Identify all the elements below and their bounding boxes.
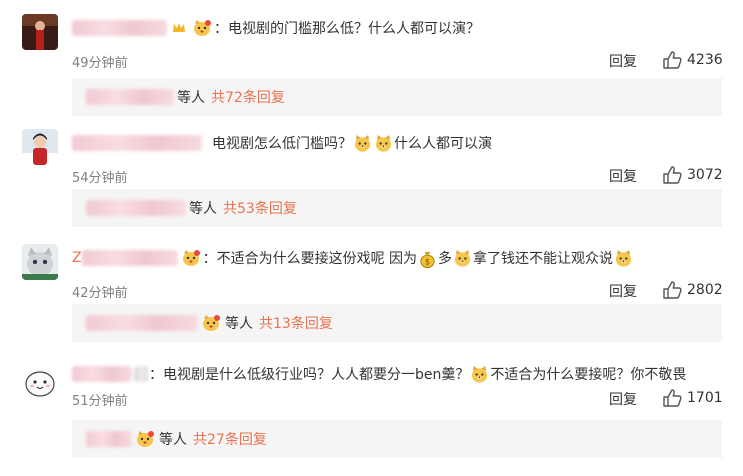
comment-line: ：电视剧的门槛那么低？什么人都可以演？ [72, 16, 733, 40]
doge-emoji [200, 313, 222, 333]
crown-badge [169, 19, 189, 37]
comment-text: ：不适合为什么要接这份戏呢 因为 [202, 251, 418, 267]
replies-summary[interactable]: 等人 共72条回复 [72, 78, 722, 116]
doge-emoji [353, 134, 372, 153]
replies-summary[interactable]: 等人 共13条回复 [72, 304, 722, 342]
comment-text: ：电视剧是什么低级行业吗？人人都要分一ben羹？ [149, 367, 470, 383]
comment-text-after: 拿了钱还不能让观众说 [473, 251, 614, 267]
reply-button[interactable]: 回复 [609, 389, 637, 409]
replies-summary[interactable]: 等人 共27条回复 [72, 420, 722, 458]
replies-count-link[interactable]: 共27条回复 [193, 429, 267, 449]
like-count: 3072 [687, 167, 723, 183]
comment-text: 电视剧怎么低门槛吗？ [212, 136, 352, 152]
like-button[interactable]: 4236 [663, 50, 723, 70]
badge-blur [134, 366, 148, 382]
reply-button[interactable]: 回复 [609, 281, 637, 301]
comment-item: 电视剧怎么低门槛吗？ 什么人都可以演 54分钟前 回复 3072 等人 共53条… [0, 129, 743, 245]
timestamp: 51分钟前 [72, 394, 128, 409]
thumbs-up-icon [663, 389, 682, 407]
username[interactable] [72, 20, 167, 36]
reply-button[interactable]: 回复 [609, 166, 637, 186]
doge-emoji [134, 429, 156, 449]
replies-count-link[interactable]: 共72条回复 [211, 87, 285, 107]
money-bag-emoji: $ [418, 249, 437, 268]
username[interactable] [72, 135, 202, 151]
reply-username[interactable] [86, 431, 132, 447]
thumbs-up-icon [663, 51, 682, 69]
timestamp: 42分钟前 [72, 286, 128, 301]
username[interactable] [72, 366, 132, 382]
comment-text-mid: 多 [438, 251, 453, 267]
replies-who: 等人 [177, 90, 205, 106]
doge-emoji [614, 249, 633, 268]
replies-count-link[interactable]: 共53条回复 [223, 198, 297, 218]
replies-who: 等人 [159, 432, 187, 448]
thumbs-up-icon [663, 281, 682, 299]
like-button[interactable]: 2802 [663, 280, 723, 300]
comment-text-after: 什么人都可以演 [394, 136, 492, 152]
comment-line: Z ：不适合为什么要接这份戏呢 因为 $ 多 拿了钱还不能让观众说 [72, 246, 733, 270]
comment-text: ：电视剧的门槛那么低？什么人都可以演？ [214, 21, 480, 37]
comment-line: 电视剧怎么低门槛吗？ 什么人都可以演 [72, 131, 733, 155]
timestamp: 54分钟前 [72, 171, 128, 186]
doge-emoji [470, 365, 489, 384]
username[interactable] [81, 250, 178, 266]
doge-emoji [191, 18, 213, 38]
avatar[interactable] [22, 129, 58, 165]
replies-who: 等人 [225, 316, 253, 332]
comment-text-after: 不适合为什么要接呢？你不敬畏 [490, 367, 687, 383]
replies-count-link[interactable]: 共13条回复 [259, 313, 333, 333]
avatar[interactable] [22, 244, 58, 280]
comment-item: ：电视剧是什么低级行业吗？人人都要分一ben羹？ 不适合为什么要接呢？你不敬畏 … [0, 360, 743, 476]
like-count: 1701 [687, 390, 723, 406]
like-button[interactable]: 1701 [663, 388, 723, 408]
reply-button[interactable]: 回复 [609, 51, 637, 71]
comment-item: ：电视剧的门槛那么低？什么人都可以演？ 49分钟前 回复 4236 等人 共72… [0, 14, 743, 130]
timestamp: 49分钟前 [72, 56, 128, 71]
doge-emoji [180, 248, 202, 268]
reply-username[interactable] [86, 200, 186, 216]
like-button[interactable]: 3072 [663, 165, 723, 185]
thumbs-up-icon [663, 166, 682, 184]
doge-emoji [374, 134, 393, 153]
doge-emoji [453, 249, 472, 268]
avatar[interactable] [22, 364, 58, 400]
like-count: 2802 [687, 282, 723, 298]
replies-who: 等人 [189, 201, 217, 217]
reply-username[interactable] [86, 315, 198, 331]
avatar[interactable] [22, 14, 58, 50]
comment-item: Z ：不适合为什么要接这份戏呢 因为 $ 多 拿了钱还不能让观众说 42分钟前 … [0, 244, 743, 360]
svg-text:$: $ [425, 257, 430, 267]
username-visible[interactable]: Z [72, 250, 82, 266]
replies-summary[interactable]: 等人 共53条回复 [72, 189, 722, 227]
comment-line: ：电视剧是什么低级行业吗？人人都要分一ben羹？ 不适合为什么要接呢？你不敬畏 [72, 362, 733, 386]
reply-username[interactable] [86, 89, 174, 105]
like-count: 4236 [687, 52, 723, 68]
